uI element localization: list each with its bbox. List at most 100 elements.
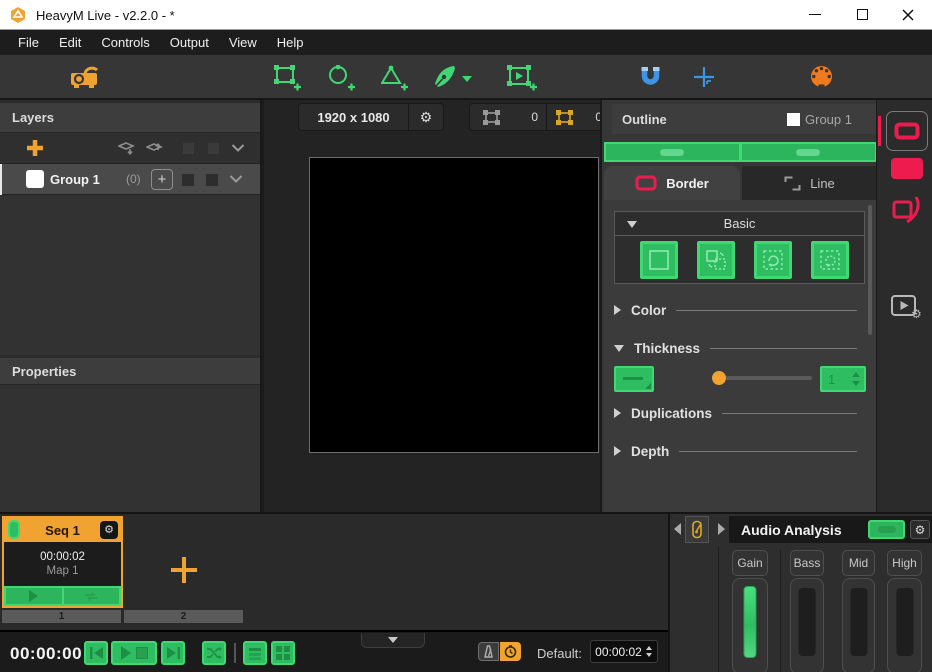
add-player-icon[interactable]	[506, 64, 538, 92]
tab-line[interactable]: Line	[742, 166, 877, 200]
line-enable-toggle[interactable]	[796, 149, 820, 156]
color-collapse-icon[interactable]	[614, 305, 621, 315]
rail-effects-button[interactable]	[890, 194, 924, 228]
resolution-settings-gear-icon[interactable]: ⚙	[409, 110, 443, 124]
audio-settings-button[interactable]: ⚙	[910, 520, 930, 539]
thickness-section-header[interactable]: Thickness	[614, 338, 869, 358]
layers-mute-all-icon[interactable]	[208, 143, 219, 154]
play-stop-button[interactable]	[111, 641, 157, 665]
add-quad-icon[interactable]	[274, 65, 301, 91]
layer-row-group1[interactable]: Group 1 (0) +	[0, 164, 260, 195]
audio-meter-tab[interactable]	[685, 516, 709, 543]
layer-name[interactable]: Group 1	[50, 172, 100, 187]
move-layer-down-icon[interactable]	[118, 141, 135, 156]
minimize-button[interactable]	[793, 0, 837, 29]
play-mode-grid-button[interactable]	[271, 641, 295, 665]
duration-mode-meter-button[interactable]	[478, 642, 499, 661]
menu-controls[interactable]: Controls	[91, 30, 159, 55]
sequence-cell-1[interactable]: Seq 1 ⚙ 00:00:02 Map 1	[2, 516, 123, 608]
audio-panel-next-arrow[interactable]	[718, 523, 725, 535]
audio-analysis-toggle[interactable]	[868, 520, 905, 539]
close-button[interactable]	[886, 0, 930, 29]
menu-edit[interactable]: Edit	[49, 30, 91, 55]
thickness-collapse-icon[interactable]	[614, 345, 624, 352]
layer-color-swatch[interactable]	[26, 170, 44, 188]
pen-tool-icon[interactable]	[433, 64, 457, 90]
move-layer-up-icon[interactable]	[146, 141, 163, 156]
preset-swap-border-button[interactable]	[697, 241, 735, 279]
add-test-point-icon[interactable]	[693, 66, 715, 89]
basic-presets-header[interactable]: Basic	[614, 211, 865, 236]
border-enable-toggle[interactable]	[660, 149, 684, 156]
pen-tool-dropdown-icon[interactable]	[462, 76, 472, 82]
transport-stop-icon[interactable]	[136, 647, 148, 659]
layer-collapse-icon[interactable]	[229, 175, 243, 183]
loop-icon	[83, 591, 99, 602]
transport-play-icon[interactable]	[121, 646, 131, 660]
color-section-header[interactable]: Color	[614, 300, 869, 320]
next-sequence-button[interactable]	[161, 641, 185, 665]
add-sequence-icon[interactable]	[169, 555, 199, 585]
rail-outline-button[interactable]	[886, 111, 928, 151]
rail-fill-button[interactable]	[891, 158, 923, 179]
thickness-slider-knob[interactable]	[712, 371, 726, 385]
previous-sequence-button[interactable]	[84, 641, 108, 665]
preset-rotate-dashed-border-button[interactable]	[811, 241, 849, 279]
preset-static-border-button[interactable]	[640, 241, 678, 279]
thickness-slider-track[interactable]	[714, 376, 812, 380]
thickness-value-input[interactable]: 1	[820, 366, 866, 392]
depth-collapse-icon[interactable]	[614, 446, 621, 456]
timeline-collapse-handle[interactable]	[361, 633, 425, 648]
tab-border[interactable]: Border	[604, 166, 740, 200]
outline-enable-bar[interactable]	[604, 142, 877, 162]
menu-help[interactable]: Help	[267, 30, 314, 55]
panel-scrollbar[interactable]	[868, 205, 872, 335]
default-duration-input[interactable]: 00:00:02	[590, 640, 658, 663]
window-title: HeavyM Live - v2.2.0 - *	[36, 8, 175, 23]
add-triangle-icon[interactable]	[381, 65, 408, 91]
menu-file[interactable]: File	[8, 30, 49, 55]
sequence-play-button[interactable]	[6, 588, 62, 604]
play-mode-list-button[interactable]	[243, 641, 267, 665]
layer-mute-icon[interactable]	[206, 174, 218, 186]
layers-collapse-all-icon[interactable]	[231, 144, 245, 152]
add-shape-to-layer-button[interactable]: +	[151, 169, 173, 190]
sequence-settings-button[interactable]: ⚙	[100, 521, 118, 539]
sequence-bank-tab-2[interactable]: 2	[124, 610, 243, 623]
output-resolution-box[interactable]: 1920 x 1080 ⚙	[298, 103, 444, 131]
thickness-spin-down-icon[interactable]	[852, 381, 860, 386]
maximize-button[interactable]	[840, 0, 884, 29]
meter-bass-level	[799, 588, 816, 656]
output-canvas[interactable]	[309, 157, 599, 453]
layer-solo-icon[interactable]	[182, 174, 194, 186]
menu-view[interactable]: View	[219, 30, 267, 55]
sequence-map: Map 1	[47, 565, 79, 577]
projector-output-icon[interactable]	[70, 65, 100, 90]
preset-rotate-border-button[interactable]	[754, 241, 792, 279]
midi-icon[interactable]	[810, 65, 833, 88]
properties-panel-title: Properties	[12, 364, 76, 379]
duration-mode-timer-button[interactable]	[500, 642, 521, 661]
rail-player-settings-button[interactable]: ⚙	[890, 293, 922, 323]
add-layer-icon[interactable]	[26, 139, 44, 157]
depth-section-header[interactable]: Depth	[614, 441, 869, 461]
sequence-loop-button[interactable]	[64, 588, 120, 604]
selected-quad-count: 0	[574, 110, 600, 124]
magnet-snap-icon[interactable]	[640, 66, 661, 89]
sequence-header[interactable]: Seq 1 ⚙	[4, 518, 121, 542]
thickness-spin-up-icon[interactable]	[852, 372, 860, 377]
mapping-workspace[interactable]: 1920 x 1080 ⚙ 0 0	[264, 100, 600, 512]
duplications-section-header[interactable]: Duplications	[614, 403, 869, 423]
sequence-body[interactable]: 00:00:02 Map 1	[4, 542, 121, 586]
audio-panel-prev-arrow[interactable]	[674, 523, 681, 535]
menu-output[interactable]: Output	[160, 30, 219, 55]
layers-solo-all-icon[interactable]	[183, 143, 194, 154]
sequence-bank-tab-1[interactable]: 1	[2, 610, 121, 623]
basic-collapse-icon[interactable]	[627, 221, 637, 228]
basic-presets-row	[614, 236, 865, 284]
duplications-collapse-icon[interactable]	[614, 408, 621, 418]
shuffle-button[interactable]	[202, 641, 226, 665]
thickness-style-button[interactable]	[614, 366, 654, 392]
add-circle-icon[interactable]	[328, 65, 355, 91]
default-duration-spinners[interactable]	[646, 646, 652, 657]
